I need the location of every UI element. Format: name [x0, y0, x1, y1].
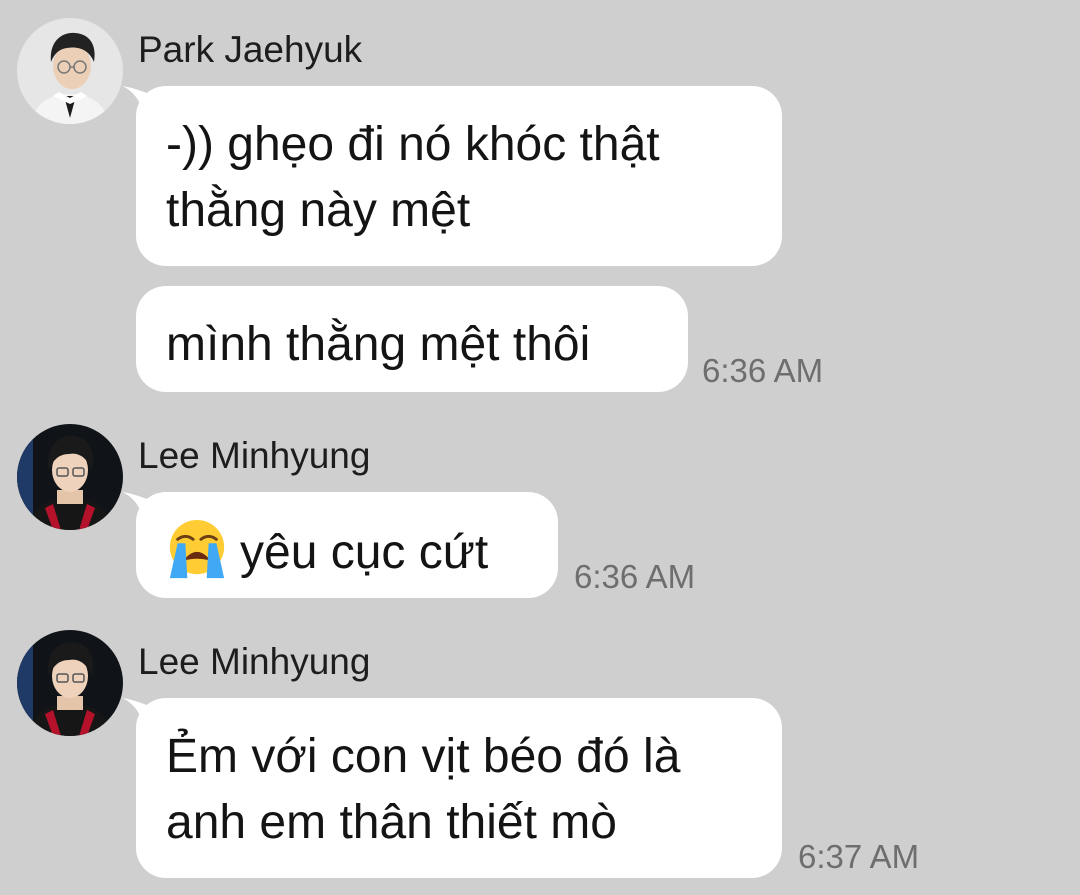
- avatar[interactable]: [17, 18, 123, 124]
- message-text-line: Ẻm với con vịt béo đó là: [166, 730, 681, 783]
- sender-name: Lee Minhyung: [138, 435, 371, 476]
- message-timestamp: 6:36 AM: [574, 558, 696, 595]
- avatar-lee-minhyung-icon: [17, 630, 123, 736]
- avatar-lee-minhyung-icon: [17, 424, 123, 530]
- message-text-line: mình thằng mệt thôi: [166, 318, 591, 371]
- message-bubble[interactable]: Ẻm với con vịt béo đó là anh em thân thi…: [136, 698, 782, 878]
- message-bubble[interactable]: mình thằng mệt thôi: [136, 286, 688, 392]
- sender-name: Park Jaehyuk: [138, 29, 363, 70]
- avatar[interactable]: [17, 424, 123, 530]
- message-text-line: yêu cục cứt: [166, 518, 528, 586]
- message-bubble[interactable]: -)) ghẹo đi nó khóc thật thằng này mệt: [136, 86, 782, 266]
- loudly-crying-face-icon: [169, 519, 225, 579]
- message-text-line: thằng này mệt: [166, 184, 471, 237]
- message-text: yêu cục cứt: [240, 526, 489, 579]
- message-text-line: anh em thân thiết mò: [166, 796, 617, 849]
- avatar-park-jaehyuk-icon: [17, 18, 123, 124]
- sender-name: Lee Minhyung: [138, 641, 371, 682]
- avatar[interactable]: [17, 630, 123, 736]
- message-timestamp: 6:36 AM: [702, 352, 824, 389]
- message-timestamp: 6:37 AM: [798, 838, 920, 875]
- message-text-line: -)) ghẹo đi nó khóc thật: [166, 118, 660, 171]
- message-bubble[interactable]: yêu cục cứt: [136, 492, 558, 598]
